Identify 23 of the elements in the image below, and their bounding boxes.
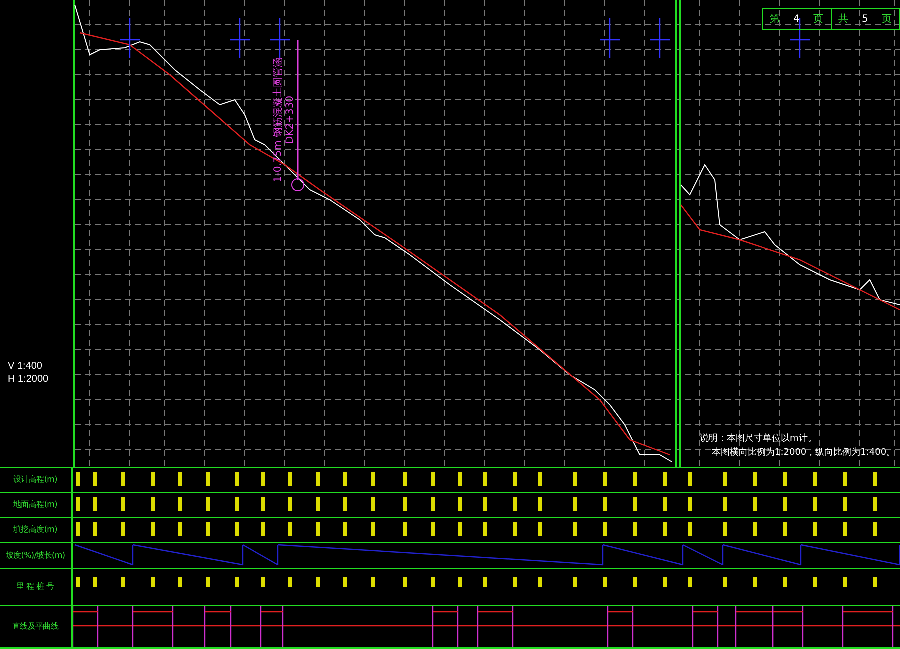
page-label: 页 <box>882 12 892 26</box>
curve-marker <box>230 18 250 58</box>
culvert-label: 1-0.75m 钢筋混凝土圆管涵 <box>273 56 285 185</box>
curve-marker <box>270 18 290 58</box>
curve-marker <box>650 18 670 58</box>
scale-label: V 1:400 <box>8 360 44 373</box>
note-text: 说明：本图尺寸单位以m计。 <box>700 433 818 446</box>
note-text: 本图横向比例为1:2000，纵向比例为1:400。 <box>711 446 896 460</box>
curve-marker <box>600 18 620 58</box>
row-label: 设计高程(m) <box>0 468 73 493</box>
row-label: 直线及平曲线 <box>0 606 73 648</box>
curve-marker <box>120 18 140 58</box>
scale-label: H 1:2000 <box>8 373 49 386</box>
station-label: DK2+330 <box>285 94 297 146</box>
page-label: 共 <box>838 12 848 26</box>
page-number: 4 <box>794 12 800 26</box>
page-label: 第 <box>770 12 780 26</box>
page-number: 5 <box>862 12 868 26</box>
row-label: 坡度(%)/坡长(m) <box>0 543 73 569</box>
row-label: 填挖高度(m) <box>0 518 73 543</box>
row-label: 里 程 桩 号 <box>0 569 73 606</box>
row-label: 地面高程(m) <box>0 493 73 518</box>
page-label: 页 <box>814 12 824 26</box>
